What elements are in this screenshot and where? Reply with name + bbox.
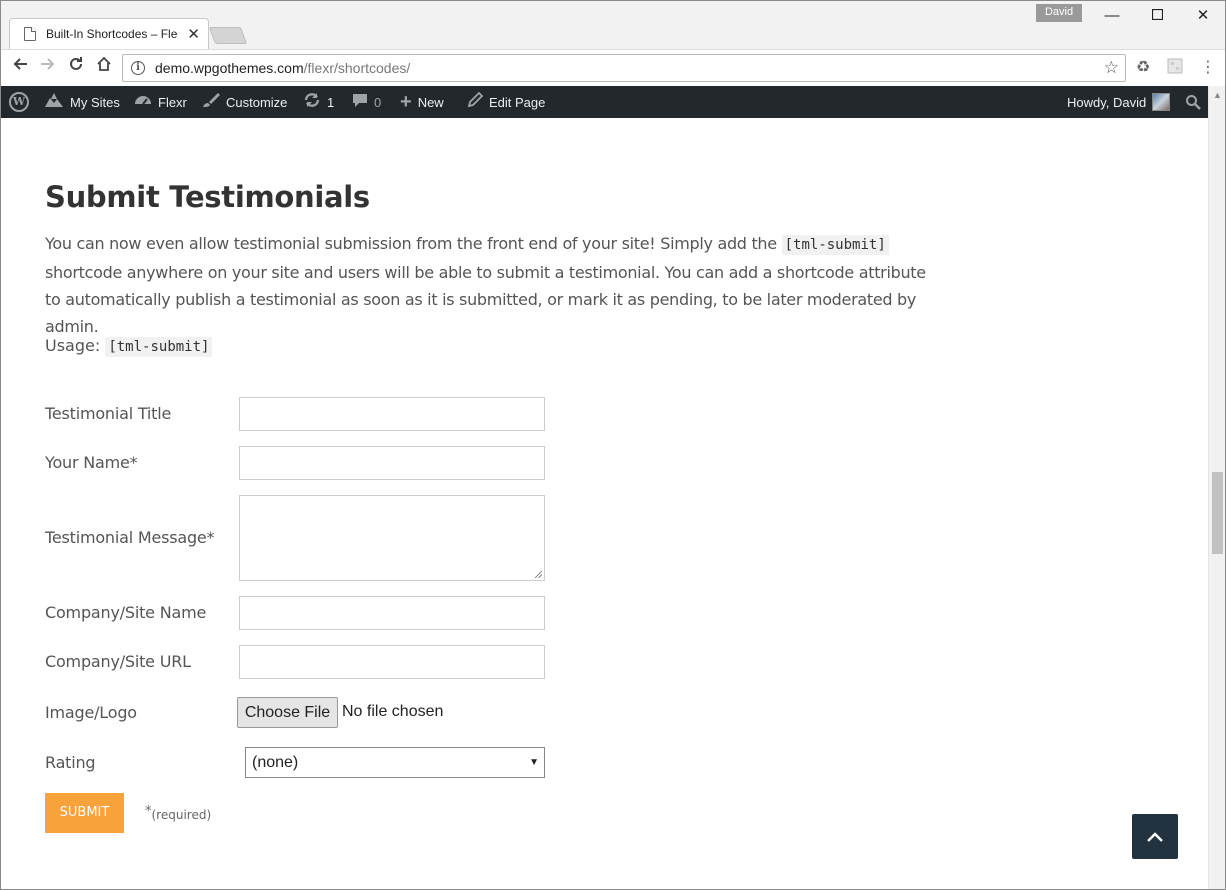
new-content-menu[interactable]: + New — [400, 86, 444, 118]
edit-page-label: Edit Page — [489, 94, 546, 110]
site-menu[interactable]: Flexr — [134, 86, 187, 118]
profile-badge[interactable]: David — [1036, 4, 1082, 22]
wp-admin-bar: W My Sites Flexr Customize 1 0 + New Edi… — [1, 86, 1208, 118]
browser-toolbar: i demo.wpgothemes.com/flexr/shortcodes/ … — [1, 49, 1225, 86]
file-status: No file chosen — [342, 703, 444, 720]
testimonial-message-label: Testimonial Message* — [45, 528, 215, 547]
site-label: Flexr — [158, 94, 187, 110]
rating-label: Rating — [45, 753, 96, 772]
minimize-icon[interactable]: — — [1097, 7, 1127, 27]
home-icon[interactable] — [92, 56, 116, 80]
scroll-up-icon[interactable]: ▲ — [1213, 90, 1222, 100]
browser-tab[interactable]: Built-In Shortcodes – Fle ✕ — [9, 18, 209, 49]
info-icon[interactable]: i — [131, 61, 145, 75]
dropdown-arrow-icon: ▼ — [529, 757, 539, 768]
company-url-input[interactable] — [239, 645, 545, 679]
close-tab-icon[interactable]: ✕ — [187, 25, 200, 43]
section-heading: Submit Testimonials — [45, 180, 370, 214]
avatar — [1152, 93, 1171, 111]
updates-menu[interactable]: 1 — [303, 86, 334, 118]
url-text: demo.wpgothemes.com/flexr/shortcodes/ — [155, 60, 411, 76]
company-url-label: Company/Site URL — [45, 652, 191, 671]
company-name-label: Company/Site Name — [45, 603, 207, 622]
comments-count: 0 — [374, 94, 382, 110]
company-name-input[interactable] — [239, 596, 545, 630]
testimonial-title-input[interactable] — [239, 397, 545, 431]
plus-icon: + — [400, 90, 412, 113]
intro-paragraph: You can now even allow testimonial submi… — [45, 234, 926, 336]
recycle-extension-icon[interactable]: ♻ — [1133, 58, 1153, 78]
page-icon — [24, 27, 36, 41]
address-bar[interactable]: i demo.wpgothemes.com/flexr/shortcodes/ … — [122, 54, 1126, 82]
comments-menu[interactable]: 0 — [352, 86, 381, 118]
reload-icon[interactable] — [64, 56, 88, 80]
close-window-icon[interactable]: ✕ — [1188, 7, 1218, 27]
testimonial-title-label: Testimonial Title — [45, 404, 172, 423]
forward-arrow-icon[interactable] — [36, 56, 60, 80]
dashboard-icon — [134, 92, 152, 113]
comment-icon — [352, 92, 368, 113]
customize-menu[interactable]: Customize — [202, 86, 287, 118]
submit-button[interactable]: SUBMIT — [45, 793, 124, 833]
image-logo-label: Image/Logo — [45, 703, 137, 722]
back-arrow-icon[interactable] — [8, 56, 32, 80]
usage-shortcode: [tml-submit] — [105, 337, 213, 357]
sites-icon — [44, 92, 64, 113]
menu-dots-icon[interactable]: ⋮ — [1198, 58, 1218, 78]
back-to-top-button[interactable] — [1132, 814, 1178, 859]
tab-title: Built-In Shortcodes – Fle — [46, 27, 178, 41]
wordpress-logo-icon[interactable]: W — [9, 86, 29, 118]
choose-file-button[interactable]: Choose File — [237, 697, 338, 728]
my-sites-menu[interactable]: My Sites — [44, 86, 120, 118]
new-label: New — [417, 94, 444, 110]
brush-icon — [202, 92, 220, 113]
maximize-icon[interactable] — [1142, 7, 1172, 27]
pencil-icon — [467, 91, 484, 113]
customize-label: Customize — [226, 94, 288, 110]
new-tab-button[interactable] — [208, 27, 248, 44]
rating-select[interactable]: (none) ▼ — [245, 747, 545, 778]
account-menu[interactable]: Howdy, David — [1067, 86, 1171, 118]
browser-window: Built-In Shortcodes – Fle ✕ David — ✕ i … — [0, 0, 1226, 890]
edit-page-link[interactable]: Edit Page — [467, 86, 545, 118]
search-icon[interactable] — [1185, 86, 1201, 118]
howdy-label: Howdy, David — [1067, 94, 1147, 110]
updates-count: 1 — [327, 94, 335, 110]
my-sites-label: My Sites — [70, 94, 120, 110]
your-name-input[interactable] — [239, 446, 545, 480]
rating-selected-value: (none) — [252, 754, 299, 771]
usage-line: Usage: [tml-submit] — [45, 336, 213, 357]
scrollbar-thumb[interactable] — [1212, 472, 1223, 554]
page-scrollbar[interactable]: ▲ — [1208, 86, 1225, 889]
updates-icon — [303, 92, 321, 113]
shortcode-inline: [tml-submit] — [781, 235, 889, 255]
extension-icon[interactable] — [1165, 58, 1185, 78]
your-name-label: Your Name* — [45, 453, 138, 472]
required-note: *(required) — [145, 804, 212, 822]
testimonial-message-textarea[interactable] — [239, 495, 545, 581]
bookmark-star-icon[interactable]: ☆ — [1104, 58, 1119, 78]
chevron-up-icon — [1147, 832, 1163, 842]
tab-strip: Built-In Shortcodes – Fle ✕ David — ✕ — [1, 1, 1225, 49]
